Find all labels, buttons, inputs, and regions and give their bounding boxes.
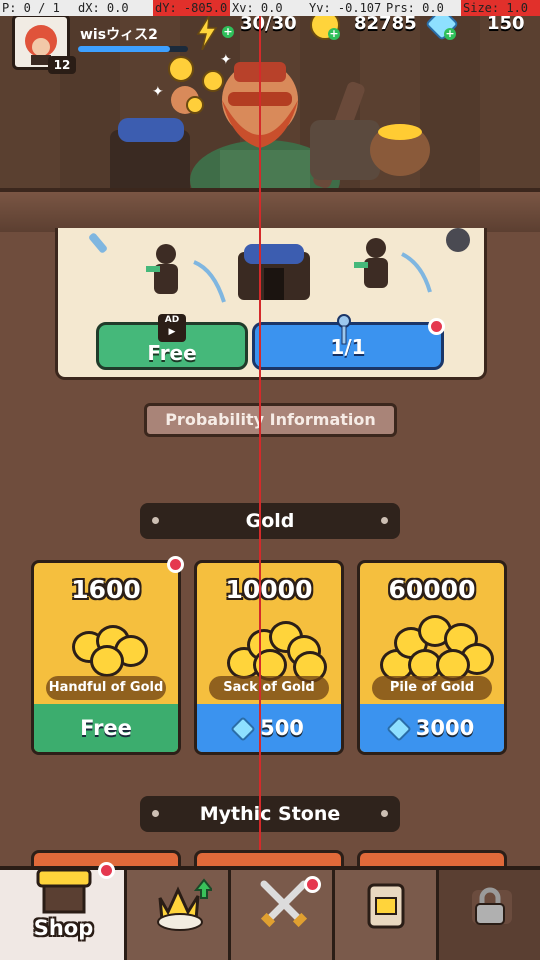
add-stamina-button[interactable]: + xyxy=(222,26,234,38)
ad-badge: AD ▶ xyxy=(158,314,186,342)
player-name: wisウィス2 xyxy=(80,27,158,43)
gem-icon xyxy=(230,716,256,742)
coin-icon xyxy=(168,56,194,82)
debug-overlay: P: 0 / 1 dX: 0.0 dY: -805.0 Xv: 0.0 Yv: … xyxy=(0,0,540,16)
dwarf-merchant-illustration xyxy=(110,62,430,200)
xp-bar-fill xyxy=(78,46,171,52)
debug-pointer: P: 0 / 1 xyxy=(2,1,60,15)
gold-coin-icon xyxy=(90,645,124,677)
coin-icon xyxy=(186,96,204,114)
coin-icon xyxy=(202,70,224,92)
offer-name: Pile of Gold xyxy=(372,676,492,700)
gold-offer-card[interactable]: 10000 Sack of Gold 500 xyxy=(194,560,344,755)
offer-name: Sack of Gold xyxy=(209,676,329,700)
debug-dx: dX: 0.0 xyxy=(78,1,129,15)
notification-dot xyxy=(428,318,445,335)
add-gold-button[interactable]: + xyxy=(328,28,340,40)
debug-yv: Yv: -0.107 xyxy=(309,1,382,15)
offer-price-button[interactable]: Free xyxy=(34,704,178,752)
mythic-stone-section-header: Mythic Stone xyxy=(140,796,400,832)
gold-offer-card[interactable]: 60000 Pile of Gold 3000 xyxy=(357,560,507,755)
notification-dot xyxy=(98,862,115,879)
debug-size: Size: 1.0 xyxy=(461,0,540,16)
crown-upgrade-icon xyxy=(152,876,215,932)
offer-name: Handful of Gold xyxy=(46,676,166,700)
sparkle-icon: ✦ xyxy=(220,52,232,68)
debug-xv: Xv: 0.0 xyxy=(232,1,283,15)
player-level-badge: 12 xyxy=(48,56,76,74)
key-icon xyxy=(333,314,351,346)
tab-shop-label: Shop xyxy=(33,916,94,940)
gold-offer-card[interactable]: 1600 Handful of Gold Free xyxy=(31,560,181,755)
offer-amount: 60000 xyxy=(388,575,476,604)
offer-amount: 1600 xyxy=(71,575,141,604)
play-icon: ▶ xyxy=(168,327,176,337)
lightning-icon xyxy=(196,15,218,51)
offer-price: 500 xyxy=(260,716,304,740)
gem-icon xyxy=(386,716,412,742)
notification-dot xyxy=(167,556,184,573)
stamina-value: 30/30 xyxy=(240,13,297,34)
gold-section-header: Gold xyxy=(140,503,400,539)
gems-value: 150 xyxy=(487,13,525,34)
gold-section-title: Gold xyxy=(245,510,295,532)
card-icon xyxy=(366,882,406,930)
gold-value: 82785 xyxy=(354,13,417,34)
mine-illustration xyxy=(89,228,470,303)
debug-prs: Prs: 0.0 xyxy=(386,1,444,15)
offer-price-button[interactable]: 3000 xyxy=(360,704,504,752)
shop-stall-icon xyxy=(36,868,92,914)
probability-info-button[interactable]: Probability Information xyxy=(144,403,397,437)
mythic-stone-section-title: Mythic Stone xyxy=(199,803,341,825)
lock-icon xyxy=(462,884,518,928)
offer-price-button[interactable]: 500 xyxy=(197,704,341,752)
sparkle-icon: ✦ xyxy=(152,84,164,100)
offer-amount: 10000 xyxy=(225,575,313,604)
crossed-swords-icon xyxy=(258,878,310,930)
debug-guide-line xyxy=(259,0,261,850)
ad-badge-label: AD xyxy=(164,315,180,325)
add-gems-button[interactable]: + xyxy=(444,28,456,40)
offer-price: 3000 xyxy=(415,716,475,740)
notification-dot xyxy=(304,876,321,893)
debug-dy: dY: -805.0 xyxy=(153,0,230,16)
